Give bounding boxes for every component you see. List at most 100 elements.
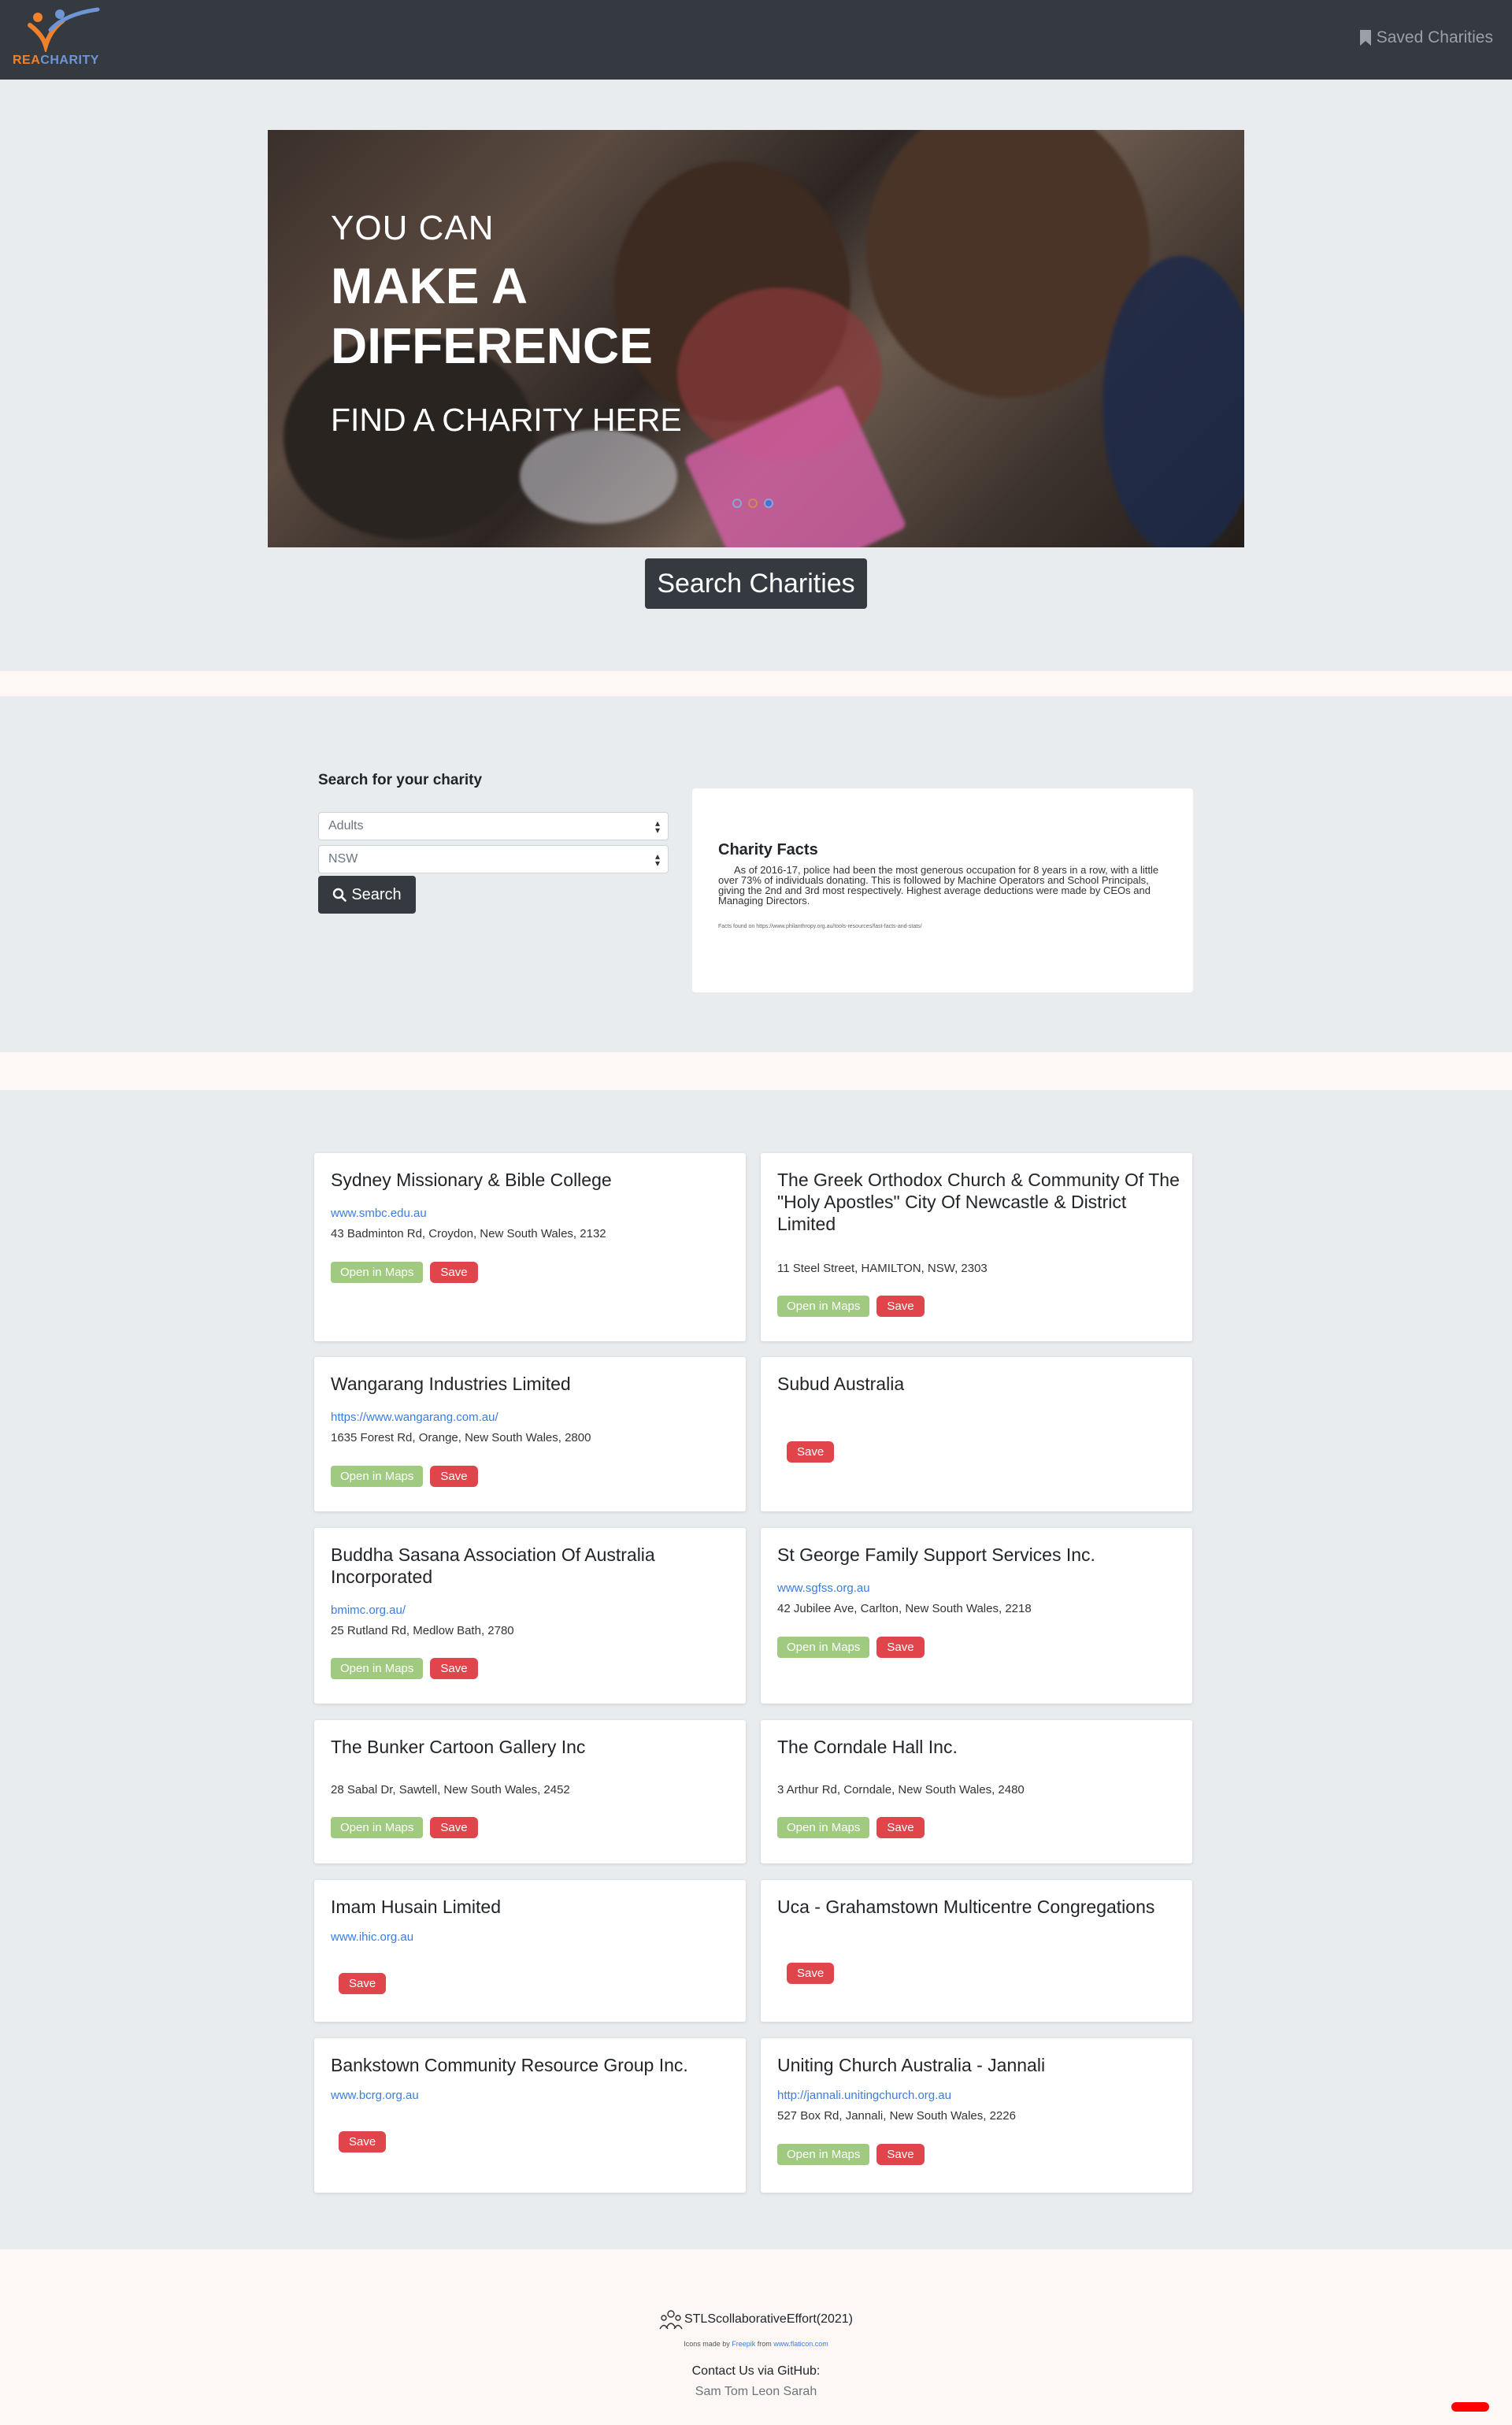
section-divider <box>0 671 1512 696</box>
save-button[interactable]: Save <box>339 1973 387 1994</box>
charity-name: Subud Australia <box>777 1374 905 1394</box>
facts-body: As of 2016-17, police had been the most … <box>718 864 1159 907</box>
open-in-maps-button[interactable]: Open in Maps <box>331 1658 424 1679</box>
charity-card: St George Family Support Services Inc. w… <box>761 1528 1192 1704</box>
hero-headline: MAKE A DIFFERENCE <box>331 258 653 374</box>
charity-name: Wangarang Industries Limited <box>331 1374 571 1394</box>
search-icon <box>333 888 347 902</box>
charity-name: The Bunker Cartoon Gallery Inc <box>331 1737 586 1757</box>
save-button[interactable]: Save <box>787 1963 835 1984</box>
category-select[interactable]: Adults ▴ ▾ <box>318 812 669 840</box>
charity-card: Sydney Missionary & Bible College www.sm… <box>314 1153 746 1341</box>
carousel-indicators <box>732 499 773 508</box>
logo-figures-icon <box>28 7 100 52</box>
charity-card: Bankstown Community Resource Group Inc. … <box>314 2038 746 2193</box>
save-button[interactable]: Save <box>430 1817 478 1838</box>
charity-address: 1635 Forest Rd, Orange, New South Wales,… <box>331 1431 591 1444</box>
charity-card: The Bunker Cartoon Gallery Inc 28 Sabal … <box>314 1720 746 1863</box>
hero-carousel[interactable]: YOU CAN MAKE A DIFFERENCE FIND A CHARITY… <box>268 130 1244 547</box>
charity-address: 28 Sabal Dr, Sawtell, New South Wales, 2… <box>331 1783 570 1797</box>
charity-name: Imam Husain Limited <box>331 1897 502 1917</box>
open-in-maps-button[interactable]: Open in Maps <box>331 1817 424 1838</box>
charity-name: Uniting Church Australia - Jannali <box>777 2055 1046 2075</box>
charity-address: 42 Jubilee Ave, Carlton, New South Wales… <box>777 1602 1032 1615</box>
open-in-maps-button[interactable]: Open in Maps <box>331 1466 424 1487</box>
charity-website-link[interactable]: www.bcrg.org.au <box>331 2089 419 2102</box>
open-in-maps-button[interactable]: Open in Maps <box>777 1637 870 1658</box>
footer-brand: STLScollaborativeEffort(2021) <box>0 2309 1512 2330</box>
charity-name: Buddha Sasana Association Of Australia I… <box>331 1544 655 1587</box>
save-button[interactable]: Save <box>430 1466 478 1487</box>
charity-address: 43 Badminton Rd, Croydon, New South Wale… <box>331 1227 606 1240</box>
charity-card: Uca - Grahamstown Multicentre Congregati… <box>761 1880 1192 2022</box>
open-in-maps-button[interactable]: Open in Maps <box>777 1817 870 1838</box>
charity-address: 25 Rutland Rd, Medlow Bath, 2780 <box>331 1624 514 1637</box>
charity-website-link[interactable]: http://jannali.unitingchurch.org.au <box>777 2089 951 2102</box>
open-in-maps-button[interactable]: Open in Maps <box>777 1296 870 1317</box>
charity-website-link[interactable]: www.sgfss.org.au <box>777 1581 870 1595</box>
save-button[interactable]: Save <box>430 1658 478 1679</box>
charity-card: Uniting Church Australia - Jannali http:… <box>761 2038 1192 2193</box>
footer: STLScollaborativeEffort(2021) Icons made… <box>0 2249 1512 2425</box>
saved-charities-label: Saved Charities <box>1376 28 1493 46</box>
hero-section: YOU CAN MAKE A DIFFERENCE FIND A CHARITY… <box>0 80 1512 671</box>
charity-website-link[interactable]: www.smbc.edu.au <box>331 1207 427 1220</box>
results-section: Sydney Missionary & Bible College www.sm… <box>0 1090 1512 2249</box>
bookmark-icon <box>1359 30 1371 46</box>
navbar: REACHARITY Saved Charities <box>0 0 1512 80</box>
charity-name: Bankstown Community Resource Group Inc. <box>331 2055 688 2075</box>
reacharity-logo[interactable]: REACHARITY <box>13 6 107 71</box>
scroll-indicator <box>1451 2402 1489 2412</box>
hero-line-3: FIND A CHARITY HERE <box>331 402 682 438</box>
facts-title: Charity Facts <box>718 841 818 858</box>
freepik-link[interactable]: Freepik <box>732 2340 755 2348</box>
saved-charities-link[interactable]: Saved Charities <box>1359 28 1493 47</box>
save-button[interactable]: Save <box>339 2131 387 2152</box>
state-select[interactable]: NSW ▴ ▾ <box>318 845 669 873</box>
section-divider <box>0 1052 1512 1090</box>
charity-name: The Greek Orthodox Church & Community Of… <box>777 1170 1180 1234</box>
charity-address: 3 Arthur Rd, Corndale, New South Wales, … <box>777 1783 1025 1797</box>
search-title: Search for your charity <box>318 772 483 788</box>
save-button[interactable]: Save <box>876 2144 925 2165</box>
select-arrows-icon: ▴ ▾ <box>654 818 660 836</box>
open-in-maps-button[interactable]: Open in Maps <box>777 2144 870 2165</box>
carousel-dot[interactable] <box>732 499 742 508</box>
charity-name: Sydney Missionary & Bible College <box>331 1170 612 1190</box>
select-arrows-icon: ▴ ▾ <box>654 851 660 869</box>
logo-wordmark: REACHARITY <box>13 54 99 67</box>
save-button[interactable]: Save <box>876 1296 925 1317</box>
flaticon-link[interactable]: www.flaticon.com <box>773 2340 828 2348</box>
charity-card: Imam Husain Limited www.ihic.org.au Save <box>314 1880 746 2022</box>
github-names-links[interactable]: Sam Tom Leon Sarah <box>0 2385 1512 2399</box>
carousel-dot[interactable] <box>764 499 773 508</box>
search-charities-button[interactable]: Search Charities <box>645 558 867 609</box>
save-button[interactable]: Save <box>876 1817 925 1838</box>
search-button[interactable]: Search <box>318 876 416 914</box>
open-in-maps-button[interactable]: Open in Maps <box>331 1262 424 1283</box>
charity-name: St George Family Support Services Inc. <box>777 1544 1095 1565</box>
charity-facts-card: Charity Facts As of 2016-17, police had … <box>692 788 1193 992</box>
carousel-dot[interactable] <box>748 499 758 508</box>
search-section: Search for your charity Adults ▴ ▾ NSW ▴ ▾… <box>0 696 1512 1052</box>
icons-credit: Icons made by Freepik from www.flaticon.… <box>684 2340 828 2348</box>
charity-name: Uca - Grahamstown Multicentre Congregati… <box>777 1897 1155 1917</box>
hero-line-1: YOU CAN <box>331 209 495 247</box>
charity-address: 11 Steel Street, HAMILTON, NSW, 2303 <box>777 1262 988 1275</box>
save-button[interactable]: Save <box>787 1441 835 1463</box>
charity-website-link[interactable]: https://www.wangarang.com.au/ <box>331 1411 498 1424</box>
charity-address: 527 Box Rd, Jannali, New South Wales, 22… <box>777 2109 1016 2123</box>
save-button[interactable]: Save <box>876 1637 925 1658</box>
save-button[interactable]: Save <box>430 1262 478 1283</box>
charity-card: The Greek Orthodox Church & Community Of… <box>761 1153 1192 1341</box>
charity-card: Wangarang Industries Limited https://www… <box>314 1357 746 1511</box>
charity-website-link[interactable]: bmimc.org.au/ <box>331 1604 406 1617</box>
facts-source[interactable]: Facts found on https://www.philanthropy.… <box>718 924 922 929</box>
charity-card: Subud Australia Save <box>761 1357 1192 1511</box>
charity-card: The Corndale Hall Inc. 3 Arthur Rd, Corn… <box>761 1720 1192 1863</box>
charity-website-link[interactable]: www.ihic.org.au <box>331 1930 413 1944</box>
charity-name: The Corndale Hall Inc. <box>777 1737 958 1757</box>
charity-card: Buddha Sasana Association Of Australia I… <box>314 1528 746 1704</box>
contact-label: Contact Us via GitHub: <box>691 2364 821 2378</box>
team-people-icon <box>659 2310 683 2330</box>
